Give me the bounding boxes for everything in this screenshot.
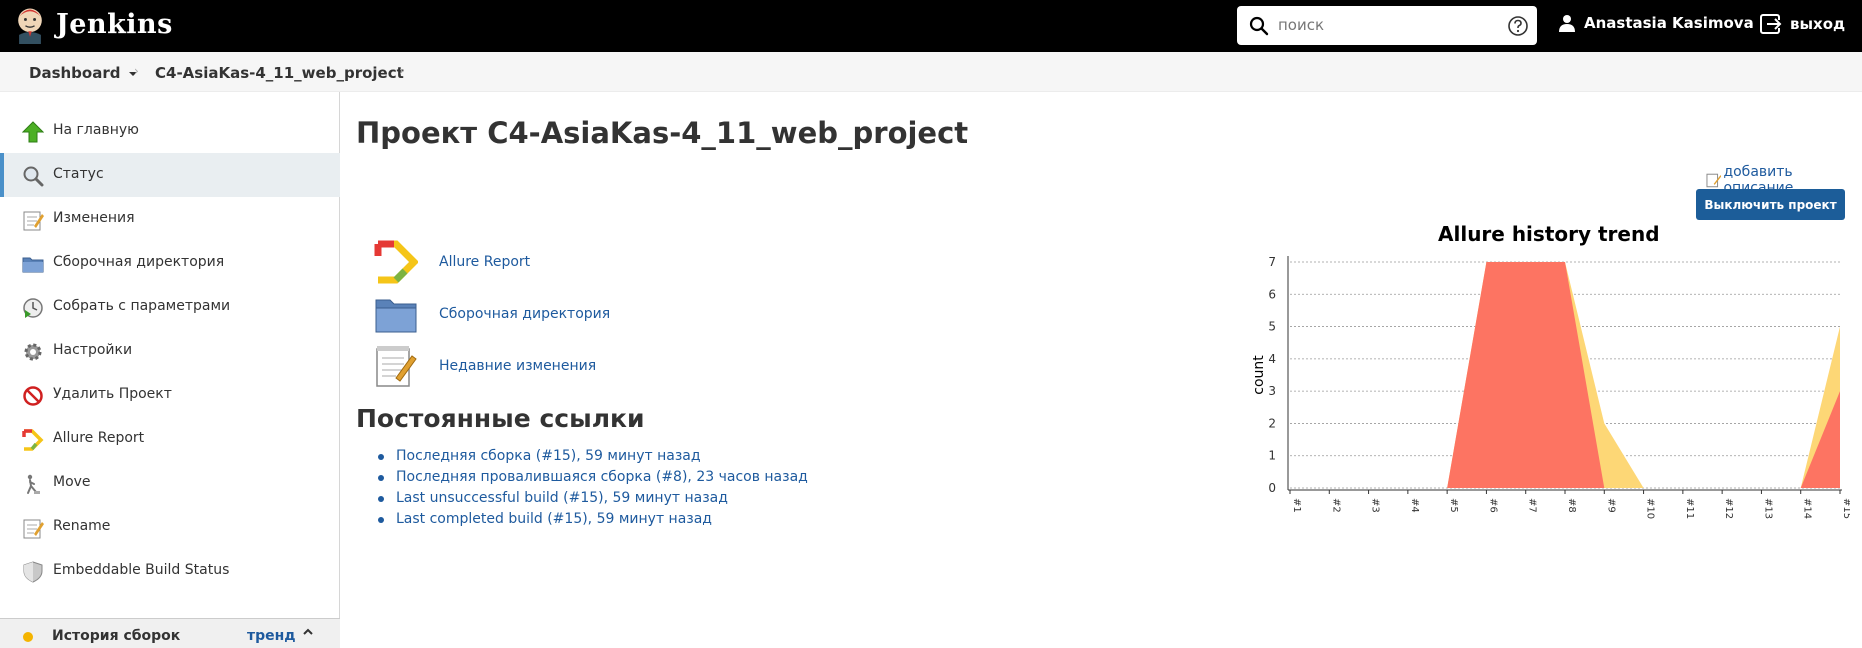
sidebar-item-home[interactable]: На главную — [0, 109, 340, 153]
top-bar: Jenkins Anastasia Kasimova выход — [0, 0, 1862, 52]
y-axis-label: count — [1251, 355, 1267, 395]
x-tick-label: #2 — [1330, 498, 1341, 513]
sidebar-item-rename[interactable]: Rename — [0, 505, 340, 549]
search-icon — [1249, 16, 1269, 36]
sidebar-item-allure-report[interactable]: Allure Report — [0, 417, 340, 461]
y-tick-label: 1 — [1268, 449, 1276, 463]
build-history-title: История сборок — [52, 628, 181, 644]
jenkins-logo[interactable]: Jenkins — [14, 4, 173, 44]
breadcrumb: Dashboard › C4-AsiaKas-4_11_web_project … — [0, 52, 1862, 92]
main-link-workspace[interactable]: Сборочная директория — [374, 292, 774, 340]
clock-play-icon — [22, 297, 44, 319]
sidebar-item-build-with-parameters[interactable]: Собрать с параметрами — [0, 285, 340, 329]
list-item: Last unsuccessful build (#15), 59 минут … — [378, 490, 808, 511]
user-icon — [1559, 15, 1575, 32]
x-tick-label: #3 — [1370, 498, 1381, 513]
x-tick-label: #8 — [1566, 498, 1577, 513]
allure-icon — [22, 429, 44, 451]
sidebar-item-settings[interactable]: Настройки — [0, 329, 340, 373]
permalink-last-failed-build[interactable]: Последняя провалившаяся сборка (#8), 23 … — [396, 469, 808, 485]
logout-icon — [1760, 14, 1782, 34]
x-tick-label: #11 — [1684, 498, 1695, 519]
search-icon — [22, 165, 44, 187]
sidebar-item-workspace[interactable]: Сборочная директория — [0, 241, 340, 285]
disable-project-button[interactable]: Выключить проект — [1696, 189, 1845, 220]
allure-icon — [374, 240, 418, 284]
permalink-last-unsuccessful-build[interactable]: Last unsuccessful build (#15), 59 минут … — [396, 490, 728, 506]
permalink-last-build[interactable]: Последняя сборка (#15), 59 минут назад — [396, 448, 701, 464]
help-icon[interactable] — [1507, 15, 1529, 37]
x-tick-label: #15 — [1841, 498, 1850, 519]
x-tick-label: #13 — [1762, 498, 1773, 519]
notepad-icon — [22, 517, 44, 539]
list-item: Последняя сборка (#15), 59 минут назад — [378, 448, 808, 469]
breadcrumb-dashboard[interactable]: Dashboard — [29, 64, 138, 82]
search-box — [1237, 6, 1537, 45]
folder-icon — [22, 253, 44, 275]
series-area — [1290, 262, 1840, 488]
user-menu[interactable]: Anastasia Kasimova — [1558, 14, 1754, 32]
edit-note-icon — [1706, 173, 1722, 188]
permalinks-title: Постоянные ссылки — [356, 404, 645, 433]
y-tick-label: 0 — [1268, 481, 1276, 495]
y-tick-label: 7 — [1268, 255, 1276, 269]
jenkins-butler-icon — [18, 8, 42, 44]
y-tick-label: 5 — [1268, 320, 1276, 334]
x-tick-label: #9 — [1605, 498, 1616, 513]
sidebar-item-changes[interactable]: Изменения — [0, 197, 340, 241]
sidebar-item-move[interactable]: Move — [0, 461, 340, 505]
sidebar-item-delete-project[interactable]: Удалить Проект — [0, 373, 340, 417]
gear-icon — [22, 341, 44, 363]
up-arrow-icon — [22, 121, 44, 143]
list-item: Last completed build (#15), 59 минут наз… — [378, 511, 808, 532]
allure-trend-chart: 0 1 2 3 4 5 6 7 #1 #2 #3 #4 #5 #6 #7 #8 #9 #10 #11 #12 #13 #1… — [1251, 255, 1850, 519]
page-title: Проект C4-AsiaKas-4_11_web_project — [356, 116, 969, 150]
x-tick-label: #1 — [1291, 498, 1302, 513]
logout-link[interactable]: выход — [1760, 14, 1845, 34]
list-item: Последняя провалившаяся сборка (#8), 23 … — [378, 469, 808, 490]
y-tick-label: 4 — [1268, 352, 1276, 366]
breadcrumb-separator: › — [399, 64, 404, 78]
sidebar: На главную Статус Изменения Сборочная ди… — [0, 92, 340, 648]
x-tick-label: #14 — [1802, 498, 1813, 519]
x-tick-label: #12 — [1723, 498, 1734, 519]
build-history-trend-link[interactable]: тренд — [247, 628, 296, 644]
notepad-icon — [376, 346, 417, 387]
main-link-allure-report[interactable]: Allure Report — [374, 240, 774, 288]
y-tick-label: 6 — [1268, 287, 1276, 301]
x-tick-label: #7 — [1527, 498, 1538, 513]
user-name: Anastasia Kasimova — [1584, 14, 1754, 32]
no-entry-icon — [22, 385, 44, 407]
logout-label: выход — [1790, 15, 1846, 33]
x-tick-label: #10 — [1645, 498, 1656, 519]
y-tick-label: 2 — [1268, 416, 1276, 430]
sidebar-item-embeddable-build-status[interactable]: Embeddable Build Status — [0, 549, 340, 593]
breadcrumb-separator: › — [134, 64, 139, 78]
main-link-recent-changes[interactable]: Недавние изменения — [374, 344, 774, 392]
sun-icon — [23, 632, 33, 642]
search-input[interactable] — [1278, 10, 1496, 40]
app-title: Jenkins — [56, 8, 173, 40]
notepad-icon — [22, 209, 44, 231]
breadcrumb-project[interactable]: C4-AsiaKas-4_11_web_project — [155, 64, 404, 82]
chevron-up-icon[interactable] — [302, 627, 314, 637]
x-tick-label: #6 — [1487, 498, 1498, 513]
folder-icon — [375, 299, 417, 333]
x-tick-label: #5 — [1448, 498, 1459, 513]
build-history-header: История сборок тренд — [0, 618, 340, 648]
permalinks-list: Последняя сборка (#15), 59 минут назад П… — [378, 448, 808, 532]
y-tick-label: 3 — [1268, 384, 1276, 398]
permalink-last-completed-build[interactable]: Last completed build (#15), 59 минут наз… — [396, 511, 712, 527]
shield-icon — [22, 561, 44, 583]
x-tick-label: #4 — [1409, 498, 1420, 513]
move-icon — [22, 473, 44, 495]
sidebar-item-status[interactable]: Статус — [0, 153, 340, 197]
